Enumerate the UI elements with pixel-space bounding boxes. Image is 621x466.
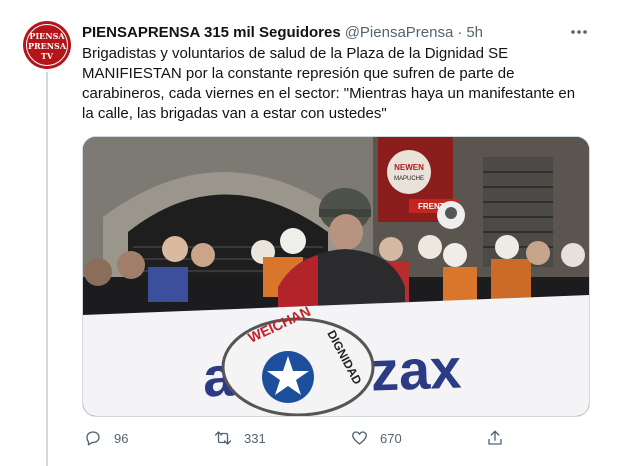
separator-dot: · bbox=[457, 23, 463, 41]
tweet[interactable]: PIENSA PRENSA TV PIENSAPRENSA 315 mil Se… bbox=[0, 0, 621, 466]
retweet-icon[interactable] bbox=[212, 427, 234, 449]
retweet-count: 331 bbox=[244, 430, 266, 446]
like-icon[interactable] bbox=[348, 427, 370, 449]
like-button[interactable]: 670 bbox=[348, 424, 402, 452]
sign-text-1: NEWEN bbox=[394, 163, 424, 172]
more-icon[interactable] bbox=[568, 22, 590, 42]
reply-button[interactable]: 96 bbox=[82, 424, 128, 452]
retweet-button[interactable]: 331 bbox=[212, 424, 266, 452]
reply-icon[interactable] bbox=[82, 427, 104, 449]
like-count: 670 bbox=[380, 430, 402, 446]
avatar-text-line-1: PIENSA bbox=[29, 31, 65, 41]
thread-line bbox=[46, 72, 48, 466]
tweet-time[interactable]: 5h bbox=[466, 24, 483, 41]
tweet-header: PIENSAPRENSA 315 mil Seguidores @PiensaP… bbox=[82, 22, 483, 42]
author-name[interactable]: PIENSAPRENSA 315 mil Seguidores bbox=[82, 24, 341, 41]
protest-photo: NEWEN MAPUCHE FRENTE WEICHAN DIGNIDAD bbox=[83, 137, 589, 416]
tweet-actions: 96 331 670 bbox=[82, 424, 588, 452]
share-icon[interactable] bbox=[484, 427, 506, 449]
reply-count: 96 bbox=[114, 430, 129, 446]
sign-text-2: MAPUCHE bbox=[394, 176, 424, 182]
newen-sign bbox=[387, 150, 431, 194]
share-button[interactable] bbox=[484, 424, 516, 452]
author-handle[interactable]: @PiensaPrensa bbox=[345, 24, 454, 41]
avatar-text-line-3: TV bbox=[40, 51, 54, 61]
avatar-text-line-2: PRENSA bbox=[27, 41, 67, 51]
tweet-text: Brigadistas y voluntarios de salud de la… bbox=[82, 45, 576, 122]
tweet-media[interactable]: NEWEN MAPUCHE FRENTE WEICHAN DIGNIDAD bbox=[82, 136, 590, 417]
avatar[interactable]: PIENSA PRENSA TV bbox=[23, 21, 71, 69]
